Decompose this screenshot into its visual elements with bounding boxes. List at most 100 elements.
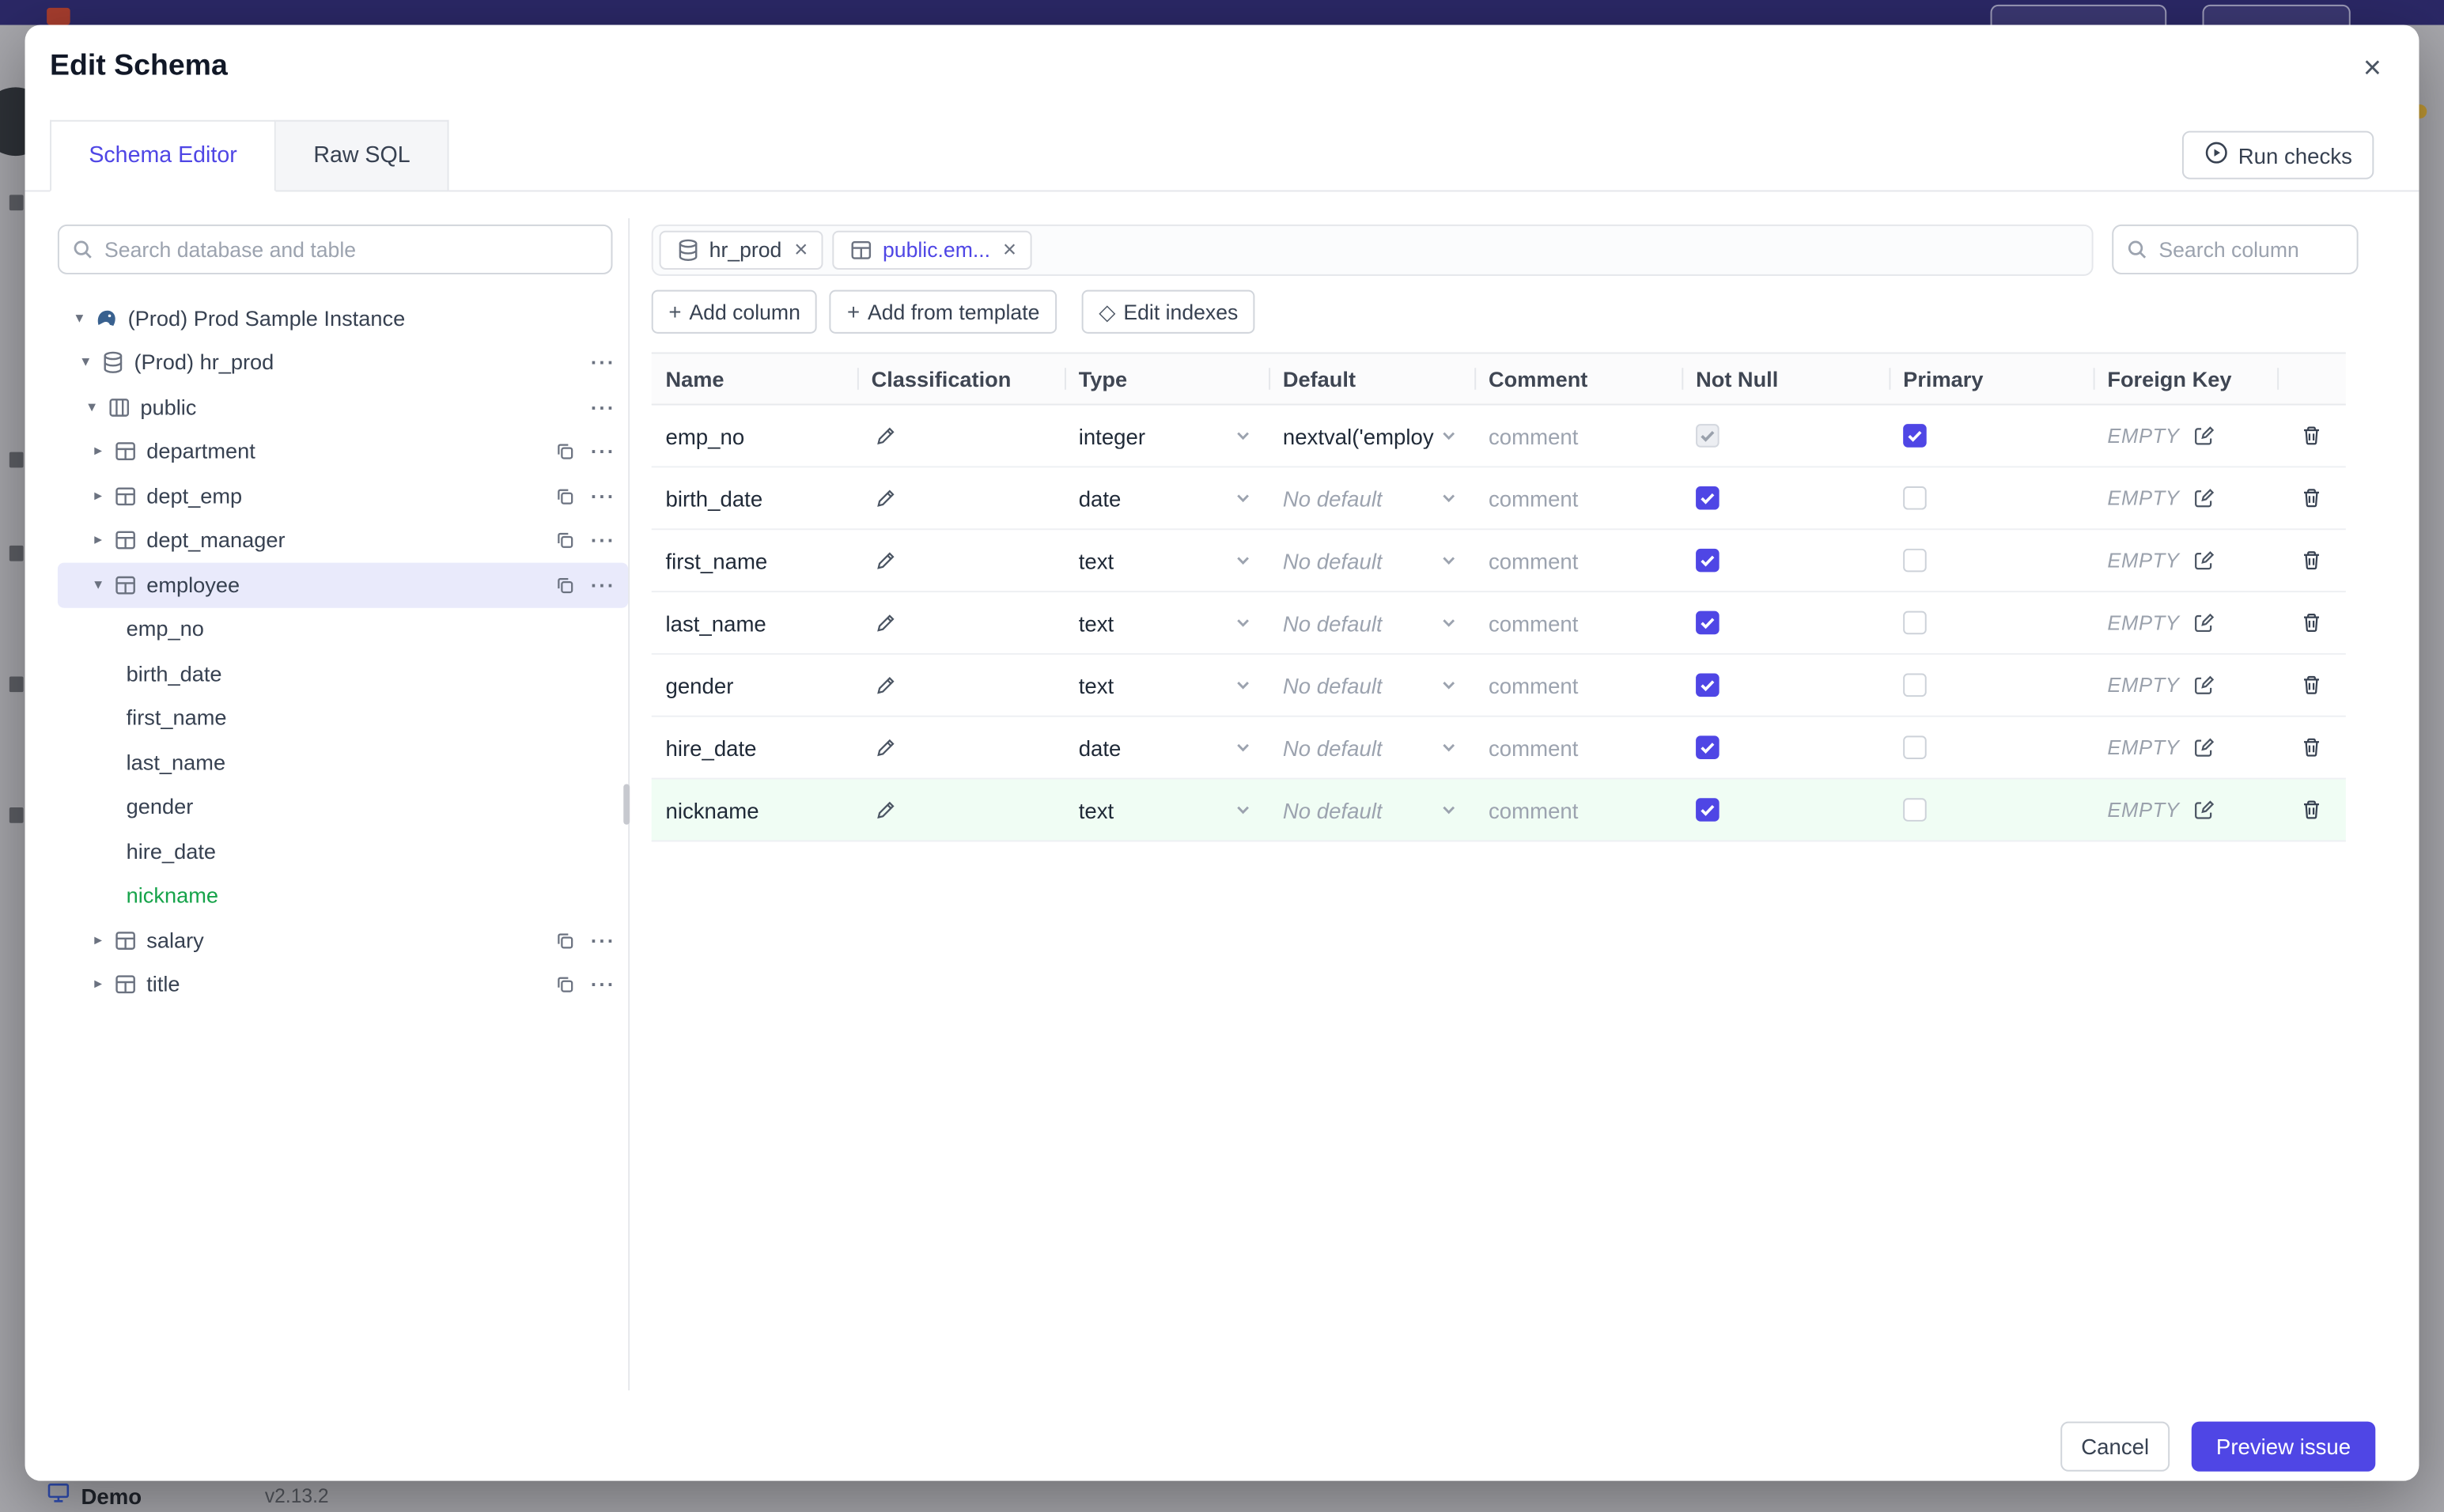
edit-foreign-key-button[interactable] — [2190, 546, 2218, 574]
column-name-input[interactable]: emp_no — [665, 423, 744, 448]
type-select[interactable]: text — [1079, 797, 1269, 822]
edit-classification-button[interactable] — [872, 421, 899, 449]
column-name-input[interactable]: first_name — [665, 548, 767, 573]
column-search-input[interactable] — [2112, 224, 2359, 274]
run-checks-button[interactable]: Run checks — [2181, 130, 2374, 180]
table-tab-public-em[interactable]: public.em... × — [832, 230, 1032, 270]
more-options-icon[interactable]: ··· — [589, 393, 617, 421]
caret-down-icon[interactable]: ▾ — [81, 399, 103, 416]
comment-input[interactable]: comment — [1489, 548, 1578, 573]
table-tab-hr-prod[interactable]: hr_prod × — [659, 230, 824, 270]
caret-right-icon[interactable]: ▸ — [87, 976, 109, 993]
primary-checkbox[interactable] — [1903, 486, 1927, 510]
caret-down-icon[interactable]: ▾ — [87, 576, 109, 594]
tab-schema-editor[interactable]: Schema Editor — [50, 119, 277, 192]
comment-input[interactable]: comment — [1489, 423, 1578, 448]
tree-item-salary[interactable]: ▸ salary ··· — [58, 918, 628, 962]
primary-checkbox[interactable] — [1903, 548, 1927, 573]
comment-input[interactable]: comment — [1489, 735, 1578, 760]
not-null-checkbox[interactable] — [1696, 486, 1720, 510]
add-from-template-button[interactable]: + Add from template — [830, 289, 1057, 334]
copy-icon[interactable] — [550, 571, 578, 599]
close-icon[interactable]: × — [2351, 47, 2394, 90]
copy-icon[interactable] — [550, 482, 578, 510]
edit-classification-button[interactable] — [872, 609, 899, 637]
caret-right-icon[interactable]: ▸ — [87, 443, 109, 460]
default-select[interactable]: No default — [1283, 548, 1474, 573]
primary-checkbox[interactable] — [1903, 735, 1927, 759]
scrollbar-thumb[interactable] — [623, 784, 630, 825]
edit-foreign-key-button[interactable] — [2190, 484, 2218, 512]
edit-classification-button[interactable] — [872, 484, 899, 512]
tree-column-emp-no[interactable]: emp_no — [58, 607, 628, 652]
default-select[interactable]: No default — [1283, 735, 1474, 760]
not-null-checkbox[interactable] — [1696, 673, 1720, 697]
tree-column-gender[interactable]: gender — [58, 784, 628, 829]
column-name-input[interactable]: gender — [665, 673, 733, 698]
default-select[interactable]: nextval('employ — [1283, 423, 1474, 448]
more-options-icon[interactable]: ··· — [589, 527, 617, 554]
edit-classification-button[interactable] — [872, 733, 899, 761]
edit-foreign-key-button[interactable] — [2190, 609, 2218, 637]
tree-column-nickname[interactable]: nickname — [58, 874, 628, 918]
more-options-icon[interactable]: ··· — [589, 971, 617, 999]
default-select[interactable]: No default — [1283, 797, 1474, 822]
tree-item-employee[interactable]: ▾ employee ··· — [57, 562, 629, 607]
caret-right-icon[interactable]: ▸ — [87, 532, 109, 550]
delete-column-button[interactable] — [2298, 546, 2325, 575]
tree-item-title[interactable]: ▸ title ··· — [58, 962, 628, 1007]
more-options-icon[interactable]: ··· — [589, 926, 617, 954]
tab-raw-sql[interactable]: Raw SQL — [276, 119, 449, 192]
database-search-input[interactable] — [57, 224, 613, 274]
column-name-input[interactable]: hire_date — [665, 735, 756, 760]
close-tab-icon[interactable]: × — [794, 239, 808, 263]
not-null-checkbox[interactable] — [1696, 548, 1720, 573]
edit-classification-button[interactable] — [872, 671, 899, 699]
tree-item-dept-manager[interactable]: ▸ dept_manager ··· — [58, 518, 628, 562]
delete-column-button[interactable] — [2298, 483, 2325, 512]
more-options-icon[interactable]: ··· — [589, 437, 617, 465]
primary-checkbox[interactable] — [1903, 673, 1927, 697]
more-options-icon[interactable]: ··· — [589, 571, 617, 599]
copy-icon[interactable] — [550, 437, 578, 465]
copy-icon[interactable] — [550, 971, 578, 999]
caret-down-icon[interactable]: ▾ — [75, 354, 97, 372]
caret-right-icon[interactable]: ▸ — [87, 487, 109, 505]
tree-item-prod-hr-prod[interactable]: ▾ (Prod) hr_prod ··· — [58, 341, 628, 385]
edit-classification-button[interactable] — [872, 796, 899, 823]
caret-right-icon[interactable]: ▸ — [87, 932, 109, 949]
type-select[interactable]: text — [1079, 548, 1269, 573]
delete-column-button[interactable] — [2298, 608, 2325, 637]
not-null-checkbox[interactable] — [1696, 610, 1720, 635]
comment-input[interactable]: comment — [1489, 486, 1578, 511]
default-select[interactable]: No default — [1283, 673, 1474, 697]
add-column-button[interactable]: + Add column — [651, 289, 818, 334]
more-options-icon[interactable]: ··· — [589, 349, 617, 376]
edit-foreign-key-button[interactable] — [2190, 421, 2218, 449]
delete-column-button[interactable] — [2298, 795, 2325, 824]
edit-indexes-button[interactable]: ◇ Edit indexes — [1081, 289, 1255, 334]
copy-icon[interactable] — [550, 527, 578, 554]
caret-down-icon[interactable]: ▾ — [69, 310, 91, 327]
column-name-input[interactable]: last_name — [665, 610, 766, 636]
not-null-checkbox[interactable] — [1696, 798, 1720, 822]
not-null-checkbox[interactable] — [1696, 735, 1720, 759]
type-select[interactable]: text — [1079, 673, 1269, 697]
delete-column-button[interactable] — [2298, 732, 2325, 762]
default-select[interactable]: No default — [1283, 486, 1474, 511]
tree-column-hire-date[interactable]: hire_date — [58, 830, 628, 874]
delete-column-button[interactable] — [2298, 421, 2325, 450]
tree-item-public[interactable]: ▾ public ··· — [58, 385, 628, 429]
primary-checkbox[interactable] — [1903, 610, 1927, 635]
tree-item-prod-prod-sample-instance[interactable]: ▾ (Prod) Prod Sample Instance — [58, 297, 628, 341]
primary-checkbox[interactable] — [1903, 798, 1927, 822]
column-name-input[interactable]: nickname — [665, 797, 759, 822]
tree-column-first-name[interactable]: first_name — [58, 696, 628, 740]
comment-input[interactable]: comment — [1489, 673, 1578, 698]
tree-column-birth-date[interactable]: birth_date — [58, 652, 628, 696]
tree-column-last-name[interactable]: last_name — [58, 740, 628, 784]
type-select[interactable]: integer — [1079, 423, 1269, 448]
edit-foreign-key-button[interactable] — [2190, 796, 2218, 823]
type-select[interactable]: date — [1079, 735, 1269, 760]
edit-classification-button[interactable] — [872, 546, 899, 574]
